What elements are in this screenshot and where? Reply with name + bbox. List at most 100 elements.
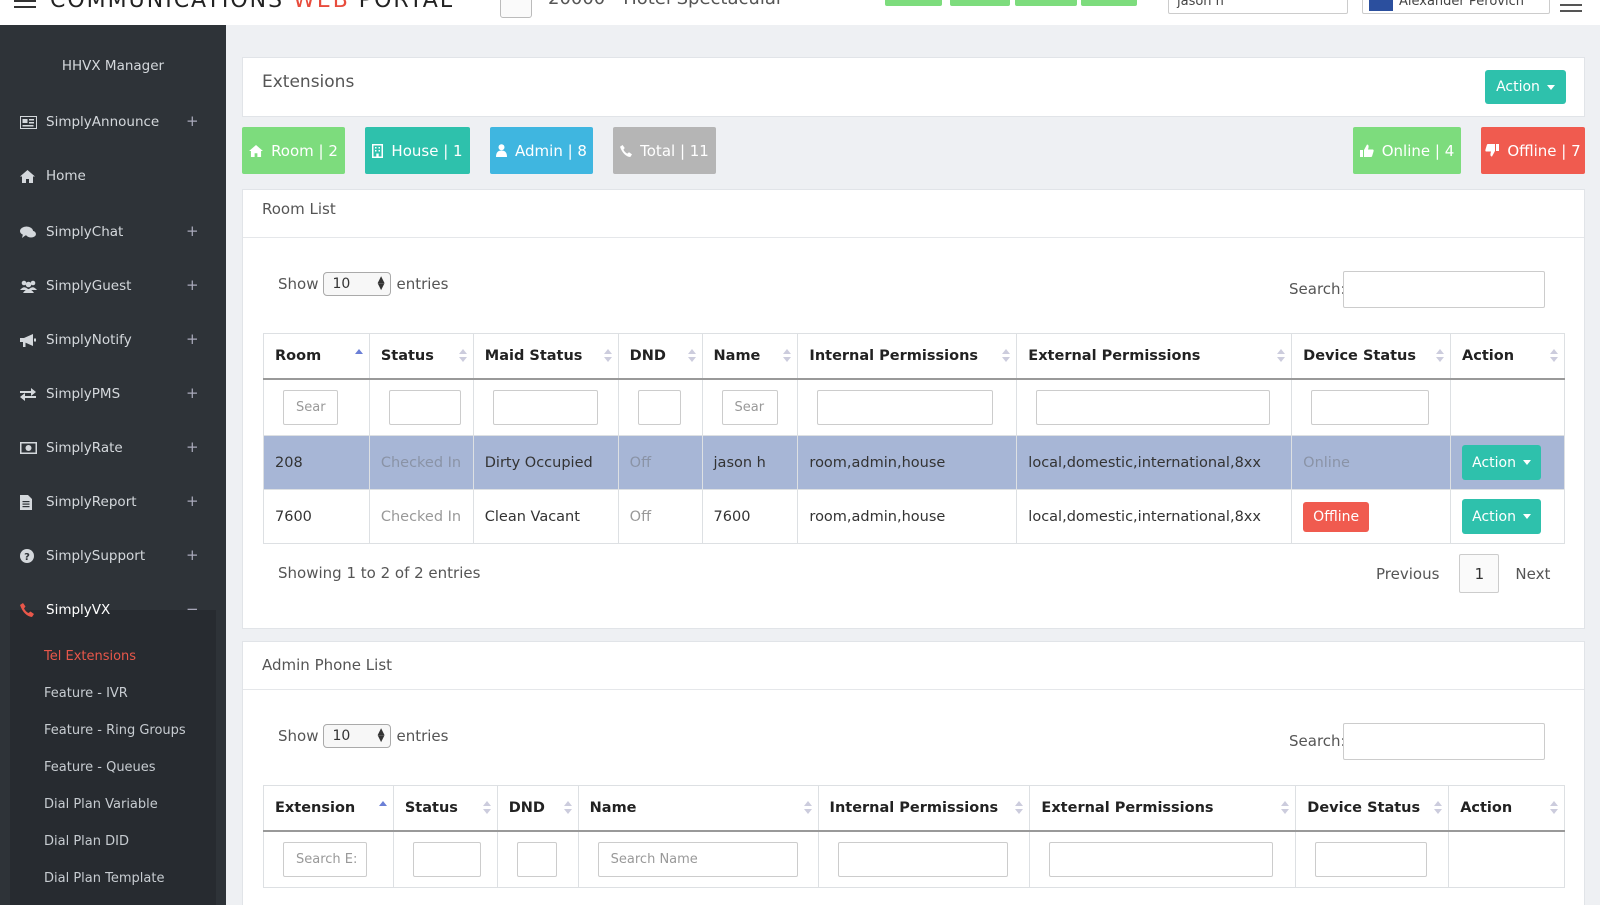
entries-select[interactable]: 10 ▲ ▼ (323, 272, 392, 296)
sidebar-item-label: SimplyRate (46, 440, 123, 456)
online-count-button[interactable]: Online | 4 (1353, 127, 1461, 174)
dnd-filter-input[interactable] (637, 389, 681, 425)
row-action-button[interactable]: Action (1462, 445, 1542, 480)
announce-icon (20, 115, 46, 129)
extensions-header-panel: Extensions Action (242, 57, 1585, 117)
expand-icon[interactable]: + (186, 546, 199, 564)
top-tab-4[interactable] (1081, 0, 1137, 6)
sidebar-item-label: SimplyReport (46, 494, 137, 510)
col-device-status[interactable]: Device Status (1291, 333, 1452, 380)
sidebar-item-simplyreport[interactable]: SimplyReport + (0, 482, 226, 522)
col-name[interactable]: Name (577, 785, 819, 832)
expand-icon[interactable]: + (186, 330, 199, 348)
dnd-filter-input[interactable] (516, 841, 557, 877)
admin-list-title: Admin Phone List (262, 656, 393, 674)
offline-count-button[interactable]: Offline | 7 (1481, 127, 1585, 174)
col-status[interactable]: Status (392, 785, 498, 832)
house-count-button[interactable]: House | 1 (365, 127, 470, 174)
page-1-button[interactable]: 1 (1459, 554, 1500, 593)
submenu-feature-ring-groups[interactable]: Feature - Ring Groups (44, 723, 186, 738)
header-action-button[interactable]: Action (1485, 70, 1566, 104)
admin-search-input[interactable] (1343, 723, 1545, 760)
submenu-tel-extensions[interactable]: Tel Extensions (44, 649, 136, 664)
expand-icon[interactable]: + (186, 222, 199, 240)
chat-icon (20, 226, 46, 239)
col-internal-permissions[interactable]: Internal Permissions (797, 333, 1018, 380)
name-filter-input[interactable]: Search Name (597, 841, 798, 877)
room-filter-input[interactable]: Sear (283, 389, 338, 425)
col-external-permissions[interactable]: External Permissions (1016, 333, 1293, 380)
row-action-button[interactable]: Action (1462, 499, 1542, 534)
sidebar-item-home[interactable]: Home (0, 156, 226, 196)
entries-select[interactable]: 10 ▲ ▼ (323, 724, 392, 748)
sidebar-item-simplynotify[interactable]: SimplyNotify + (0, 320, 226, 360)
external-filter-input[interactable] (1036, 389, 1271, 425)
col-action[interactable]: Action (1450, 333, 1565, 380)
expand-icon[interactable]: + (186, 438, 199, 456)
device-filter-input[interactable] (1315, 841, 1428, 877)
top-tab-3[interactable] (1015, 0, 1077, 6)
submenu-feature-queues[interactable]: Feature - Queues (44, 760, 156, 775)
hamburger-menu-icon[interactable] (14, 0, 36, 12)
extension-filter-input[interactable]: Search E: (283, 841, 367, 877)
sidebar-item-simplysupport[interactable]: ? SimplySupport + (0, 536, 226, 576)
property-menu-button[interactable] (500, 0, 532, 18)
expand-icon[interactable]: + (186, 112, 199, 130)
status-filter-input[interactable] (412, 841, 481, 877)
money-icon (20, 442, 46, 454)
collapse-icon[interactable]: − (186, 600, 199, 618)
expand-icon[interactable]: + (186, 276, 199, 294)
top-tab-2[interactable] (950, 0, 1010, 6)
col-action[interactable]: Action (1448, 785, 1565, 832)
sidebar-item-simplypms[interactable]: SimplyPMS + (0, 374, 226, 414)
prev-button[interactable]: Previous (1376, 565, 1439, 583)
sidebar-item-simplyannounce[interactable]: SimplyAnnounce + (0, 102, 226, 142)
sort-asc-icon (378, 801, 387, 817)
col-external-permissions[interactable]: External Permissions (1029, 785, 1297, 832)
admin-count-button[interactable]: Admin | 8 (490, 127, 593, 174)
submenu-dial-plan-variable[interactable]: Dial Plan Variable (44, 797, 158, 812)
col-dnd[interactable]: DND (496, 785, 579, 832)
room-count-button[interactable]: Room | 2 (242, 127, 345, 174)
col-internal-permissions[interactable]: Internal Permissions (817, 785, 1031, 832)
sidebar-item-simplyvx[interactable]: SimplyVX − (0, 590, 226, 630)
name-filter-input[interactable]: Sear (721, 389, 778, 425)
submenu-dial-plan-template[interactable]: Dial Plan Template (44, 871, 164, 886)
submenu-dial-plan-did[interactable]: Dial Plan DID (44, 834, 129, 849)
total-count-button[interactable]: Total | 11 (613, 127, 716, 174)
device-filter-input[interactable] (1311, 389, 1430, 425)
cell-name: jason h (701, 435, 799, 490)
sidebar-item-simplyguest[interactable]: SimplyGuest + (0, 266, 226, 306)
user-search-input[interactable]: jason h (1168, 0, 1348, 14)
top-tab-1[interactable] (885, 0, 942, 6)
internal-filter-input[interactable] (837, 841, 1008, 877)
expand-icon[interactable]: + (186, 492, 199, 510)
external-filter-input[interactable] (1049, 841, 1274, 877)
col-name[interactable]: Name (701, 333, 799, 380)
room-search-input[interactable] (1343, 271, 1545, 308)
status-filter-input[interactable] (388, 389, 461, 425)
col-extension[interactable]: Extension (263, 785, 394, 832)
table-row[interactable]: 7600 Checked In Clean Vacant Off 7600 ro… (263, 489, 1565, 544)
next-button[interactable]: Next (1515, 565, 1550, 583)
cell-room: 7600 (263, 489, 370, 544)
col-maid-status[interactable]: Maid Status (472, 333, 619, 380)
col-room[interactable]: Room (263, 333, 370, 380)
sidebar-item-simplyrate[interactable]: SimplyRate + (0, 428, 226, 468)
col-dnd[interactable]: DND (617, 333, 703, 380)
internal-filter-input[interactable] (817, 389, 994, 425)
expand-icon[interactable]: + (186, 384, 199, 402)
user-selector[interactable]: Alexander Perovich (1362, 0, 1550, 14)
sort-icon (603, 349, 612, 365)
cell-status: Checked In (368, 435, 474, 490)
file-icon (20, 494, 46, 510)
sidebar-item-label: SimplyChat (46, 224, 124, 240)
maid-filter-input[interactable] (492, 389, 598, 425)
table-row[interactable]: 208 Checked In Dirty Occupied Off jason … (263, 435, 1565, 490)
submenu-feature-ivr[interactable]: Feature - IVR (44, 686, 128, 701)
menu-icon[interactable] (1560, 0, 1582, 16)
col-device-status[interactable]: Device Status (1295, 785, 1450, 832)
sidebar-item-simplychat[interactable]: SimplyChat + (0, 212, 226, 252)
col-status[interactable]: Status (368, 333, 474, 380)
sidebar-item-label: SimplyGuest (46, 278, 132, 294)
